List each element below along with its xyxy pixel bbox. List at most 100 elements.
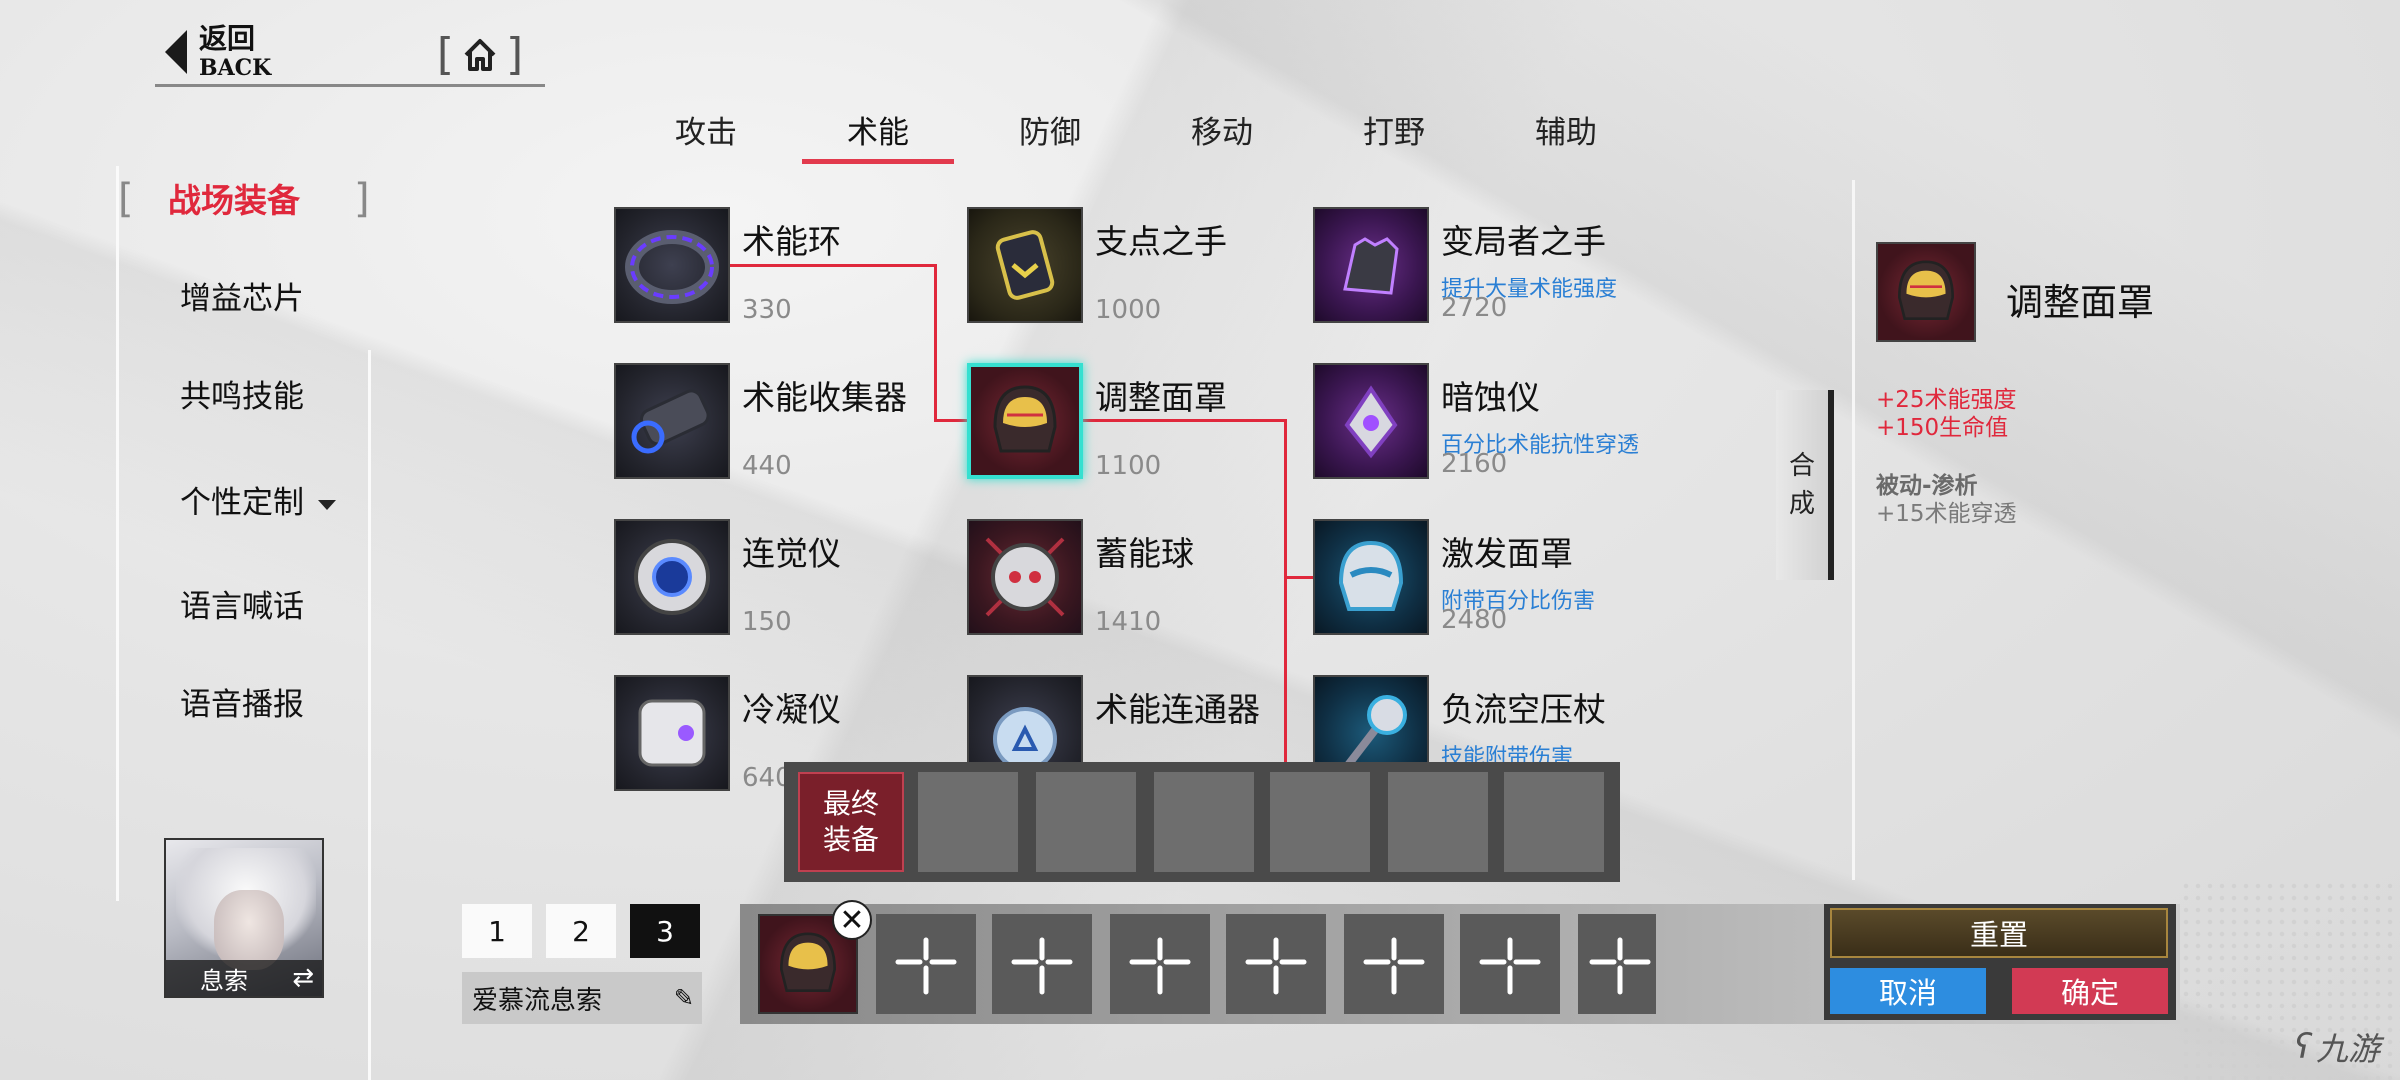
hero-name: 息索 xyxy=(200,966,248,995)
sidebar-item-voice-broadcast[interactable]: 语音播报 xyxy=(160,682,420,728)
corrosion-device-icon xyxy=(1313,363,1429,479)
item-name: 暗蚀仪 xyxy=(1441,378,1540,417)
sidebar-item-resonance-skill[interactable]: 共鸣技能 xyxy=(160,374,420,420)
confirm-button[interactable]: 确定 xyxy=(2012,968,2168,1014)
sidebar-item-battle-equipment[interactable]: [ 战场装备 ] xyxy=(118,176,378,224)
tab-attack[interactable]: 攻击 xyxy=(620,108,792,158)
item-name: 调整面罩 xyxy=(1095,378,1227,417)
detail-stat: +150生命值 xyxy=(1876,415,2009,441)
final-equipment-label[interactable]: 最终 装备 xyxy=(798,772,904,872)
hero-avatar[interactable]: 息索 ⇄ xyxy=(164,838,324,998)
dropdown-icon xyxy=(318,499,336,510)
edit-icon[interactable]: ✎ xyxy=(674,984,694,1012)
item-price: 150 xyxy=(742,607,792,637)
detail-divider xyxy=(1852,180,1855,880)
compose-tab[interactable]: 合 成 xyxy=(1776,390,1834,580)
build-name-field[interactable]: 爱慕流息索 ✎ xyxy=(462,972,702,1024)
item-name: 连觉仪 xyxy=(742,534,841,573)
plus-icon xyxy=(1245,937,1307,995)
gamechanger-hand-icon xyxy=(1313,207,1429,323)
item-price: 1410 xyxy=(1095,607,1162,637)
final-slot[interactable] xyxy=(1270,772,1370,872)
detail-passive-desc: +15术能穿透 xyxy=(1876,501,2017,527)
item-magic-ring[interactable]: 术能环 330 xyxy=(614,207,954,327)
item-name: 支点之手 xyxy=(1095,222,1227,261)
tab-support[interactable]: 辅助 xyxy=(1480,108,1652,158)
compose-label: 成 xyxy=(1788,489,1815,519)
magic-ring-icon xyxy=(614,207,730,323)
item-name: 术能收集器 xyxy=(742,378,907,417)
final-slot[interactable] xyxy=(1036,772,1136,872)
category-tabs: 攻击 术能 防御 移动 打野 辅助 xyxy=(620,108,1652,164)
swap-icon[interactable]: ⇄ xyxy=(292,963,314,993)
item-name: 术能连通器 xyxy=(1095,690,1260,729)
build-slot-empty[interactable] xyxy=(992,914,1092,1014)
item-name: 冷凝仪 xyxy=(742,690,841,729)
final-slot[interactable] xyxy=(1154,772,1254,872)
final-slot[interactable] xyxy=(1388,772,1488,872)
cancel-button[interactable]: 取消 xyxy=(1830,968,1986,1014)
build-slot-empty[interactable] xyxy=(1226,914,1326,1014)
item-gamechanger-hand[interactable]: 变局者之手 提升大量术能强度 2720 xyxy=(1313,207,1653,327)
detail-title: 调整面罩 xyxy=(2006,281,2154,324)
item-sense-device[interactable]: 连觉仪 150 xyxy=(614,519,954,639)
compose-label: 合 xyxy=(1788,451,1815,481)
item-excite-mask[interactable]: 激发面罩 附带百分比伤害 2480 xyxy=(1313,519,1653,639)
plus-icon xyxy=(1363,937,1425,995)
sidebar-item-buff-chip[interactable]: 增益芯片 xyxy=(160,276,420,322)
reset-button[interactable]: 重置 xyxy=(1830,908,2168,958)
back-label-cn: 返回 xyxy=(199,22,256,55)
build-slot-empty[interactable] xyxy=(1344,914,1444,1014)
item-price: 2720 xyxy=(1441,293,1508,323)
item-name: 负流空压杖 xyxy=(1441,690,1606,729)
plus-icon xyxy=(895,937,957,995)
adjust-mask-icon xyxy=(967,363,1083,479)
item-fulcrum-hand[interactable]: 支点之手 1000 xyxy=(967,207,1307,327)
item-name: 变局者之手 xyxy=(1441,222,1606,261)
item-name: 激发面罩 xyxy=(1441,534,1573,573)
item-adjust-mask[interactable]: 调整面罩 1100 xyxy=(967,363,1307,483)
build-slot-empty[interactable] xyxy=(876,914,976,1014)
build-tab-3[interactable]: 3 xyxy=(630,904,700,958)
watermark-logo-icon: ʕ xyxy=(2294,1027,2312,1067)
item-magic-collector[interactable]: 术能收集器 440 xyxy=(614,363,954,483)
sidebar-item-customize[interactable]: 个性定制 xyxy=(160,480,420,526)
charge-orb-icon xyxy=(967,519,1083,635)
item-price: 330 xyxy=(742,295,792,325)
build-slot-empty[interactable] xyxy=(1110,914,1210,1014)
final-slot[interactable] xyxy=(1504,772,1604,872)
back-arrow-icon xyxy=(165,30,187,74)
plus-icon xyxy=(1011,937,1073,995)
remove-icon[interactable]: ✕ xyxy=(832,900,872,940)
item-name: 蓄能球 xyxy=(1095,534,1194,573)
sidebar-divider xyxy=(116,166,119,901)
watermark: ʕ 九游 xyxy=(2294,1027,2380,1068)
tab-movement[interactable]: 移动 xyxy=(1136,108,1308,158)
plus-icon xyxy=(1479,937,1541,995)
build-tab-2[interactable]: 2 xyxy=(546,904,616,958)
final-slot[interactable] xyxy=(918,772,1018,872)
tab-defense[interactable]: 防御 xyxy=(964,108,1136,158)
item-price: 2160 xyxy=(1441,449,1508,479)
detail-item-icon xyxy=(1876,242,1976,342)
sidebar-item-voice-shout[interactable]: 语言喊话 xyxy=(160,584,420,630)
sidebar-item-label: 战场装备 xyxy=(168,181,300,220)
build-slot-empty[interactable] xyxy=(1578,914,1656,1014)
plus-icon xyxy=(1589,937,1651,995)
magic-collector-icon xyxy=(614,363,730,479)
condenser-icon xyxy=(614,675,730,791)
sidebar-item-label: 个性定制 xyxy=(180,485,304,521)
item-charge-orb[interactable]: 蓄能球 1410 xyxy=(967,519,1307,639)
item-price: 1100 xyxy=(1095,451,1162,481)
tab-magic[interactable]: 术能 xyxy=(792,108,964,164)
build-slot-empty[interactable] xyxy=(1460,914,1560,1014)
item-corrosion-device[interactable]: 暗蚀仪 百分比术能抗性穿透 2160 xyxy=(1313,363,1653,483)
excite-mask-icon xyxy=(1313,519,1429,635)
build-slot-filled[interactable]: ✕ xyxy=(758,900,872,1014)
home-button[interactable]: [ ] xyxy=(436,30,524,80)
home-icon xyxy=(464,39,496,71)
sense-device-icon xyxy=(614,519,730,635)
tab-jungle[interactable]: 打野 xyxy=(1308,108,1480,158)
build-tab-1[interactable]: 1 xyxy=(462,904,532,958)
back-button[interactable]: 返回 BACK xyxy=(165,22,345,82)
